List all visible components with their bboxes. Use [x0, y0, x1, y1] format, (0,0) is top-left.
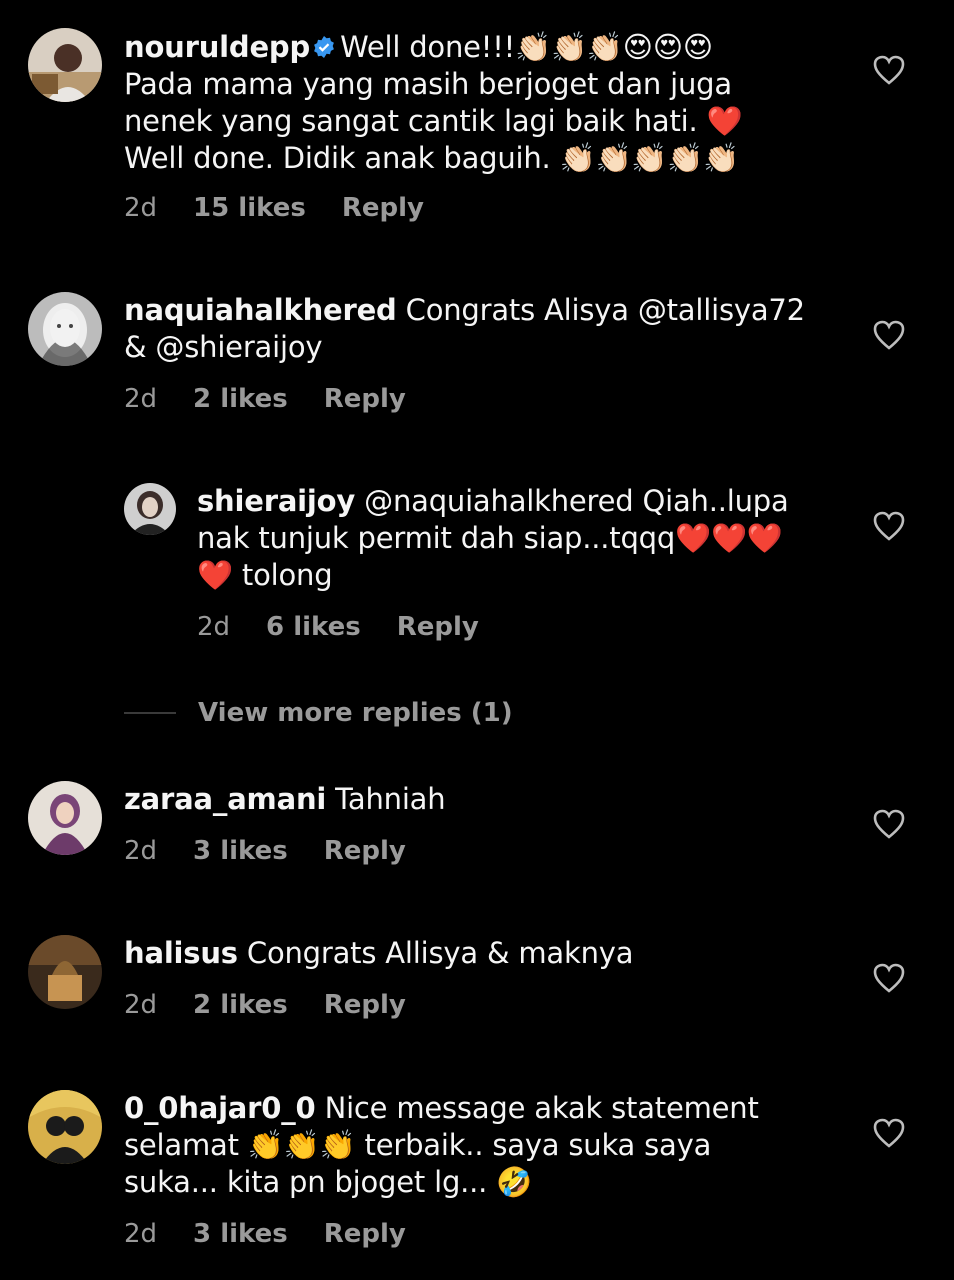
comment-text: suka... kita pn bjoget lg... 🤣: [124, 1165, 533, 1199]
comment-meta: 2d 2 likes Reply: [124, 990, 442, 1020]
likes-count[interactable]: 3 likes: [193, 1219, 288, 1249]
reply-button[interactable]: Reply: [342, 193, 424, 223]
comment-text: Tahniah: [335, 782, 446, 816]
comment-text: nak tunjuk permit dah siap...tqqq❤️❤️❤️: [197, 521, 783, 555]
reply-button[interactable]: Reply: [324, 1219, 406, 1249]
likes-count[interactable]: 3 likes: [193, 836, 288, 866]
like-button[interactable]: [872, 319, 906, 351]
avatar[interactable]: [28, 292, 102, 366]
comment-text: Well done. Didik anak baguih. 👏🏻👏🏻👏🏻👏🏻👏🏻: [124, 141, 740, 175]
heart-outline-icon: [873, 511, 905, 541]
comment-time: 2d: [124, 990, 158, 1020]
comment-text: Well done!!!👏🏻👏🏻👏🏻😍😍😍: [340, 30, 713, 64]
likes-count[interactable]: 2 likes: [193, 990, 288, 1020]
heart-outline-icon: [873, 55, 905, 85]
comment-time: 2d: [124, 836, 158, 866]
username[interactable]: shieraijoy: [197, 484, 355, 518]
likes-count[interactable]: 15 likes: [193, 193, 306, 223]
comment-text: nenek yang sangat cantik lagi baik hati.…: [124, 104, 743, 138]
reply-button[interactable]: Reply: [324, 990, 406, 1020]
view-more-replies-label: View more replies (1): [198, 698, 513, 728]
reply-button[interactable]: Reply: [397, 612, 479, 642]
like-button[interactable]: [872, 510, 906, 542]
comment-meta: 2d 2 likes Reply: [124, 384, 442, 414]
like-button[interactable]: [872, 54, 906, 86]
username[interactable]: halisus: [124, 936, 238, 970]
comment-meta: 2d 3 likes Reply: [124, 1219, 442, 1249]
comment-time: 2d: [124, 384, 158, 414]
comment-time: 2d: [197, 612, 231, 642]
likes-count[interactable]: 2 likes: [193, 384, 288, 414]
comment-time: 2d: [124, 193, 158, 223]
verified-badge-icon: [314, 36, 334, 58]
avatar[interactable]: [28, 28, 102, 102]
comment-text: Pada mama yang masih berjoget dan juga: [124, 67, 732, 101]
username[interactable]: naquiahalkhered: [124, 293, 397, 327]
username[interactable]: nouruldepp: [124, 30, 310, 64]
divider: [124, 712, 176, 714]
comment-text: ❤️ tolong: [197, 558, 333, 592]
like-button[interactable]: [872, 1117, 906, 1149]
comment-text: Congrats Allisya & maknya: [246, 936, 634, 970]
reply-button[interactable]: Reply: [324, 836, 406, 866]
avatar[interactable]: [28, 935, 102, 1009]
comment-meta: 2d 3 likes Reply: [124, 836, 442, 866]
like-button[interactable]: [872, 808, 906, 840]
comment-text: @naquiahalkhered Qiah..lupa: [364, 484, 789, 518]
view-more-replies-button[interactable]: View more replies (1): [124, 693, 513, 733]
comment-time: 2d: [124, 1219, 158, 1249]
heart-outline-icon: [873, 809, 905, 839]
likes-count[interactable]: 6 likes: [266, 612, 361, 642]
comment-text: selamat 👏👏👏 terbaik.. saya suka saya: [124, 1128, 712, 1162]
avatar[interactable]: [28, 781, 102, 855]
username[interactable]: zaraa_amani: [124, 782, 326, 816]
comment-meta: 2d 15 likes Reply: [124, 193, 460, 223]
heart-outline-icon: [873, 1118, 905, 1148]
username[interactable]: 0_0hajar0_0: [124, 1091, 316, 1125]
comment-text: Congrats Alisya @tallisya72: [405, 293, 805, 327]
reply-button[interactable]: Reply: [324, 384, 406, 414]
comment-meta: 2d 6 likes Reply: [197, 612, 515, 642]
heart-outline-icon: [873, 963, 905, 993]
comment-text: & @shieraijoy: [124, 330, 323, 364]
like-button[interactable]: [872, 962, 906, 994]
heart-outline-icon: [873, 320, 905, 350]
avatar[interactable]: [124, 483, 176, 535]
avatar[interactable]: [28, 1090, 102, 1164]
comment-text: Nice message akak statement: [324, 1091, 759, 1125]
